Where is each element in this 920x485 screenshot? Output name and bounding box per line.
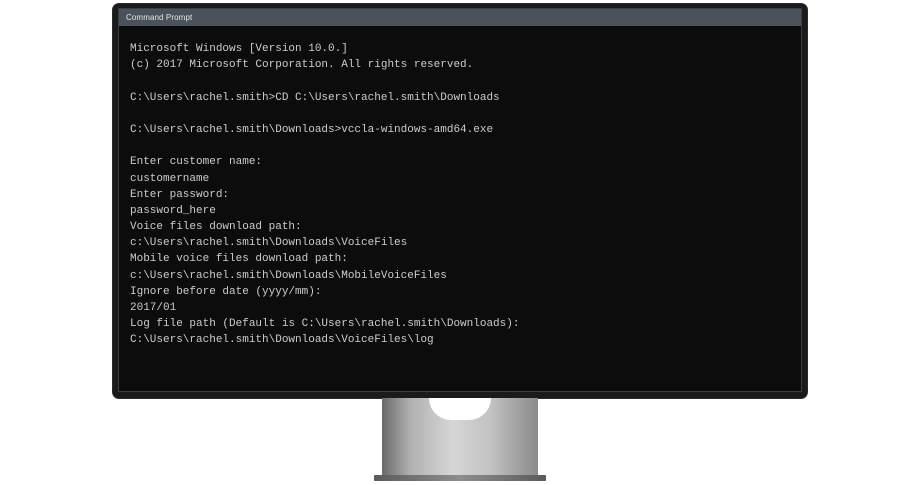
console-output[interactable]: Microsoft Windows [Version 10.0.] (c) 201… (130, 41, 793, 383)
console-line: C:\Users\rachel.smith>CD C:\Users\rachel… (130, 91, 500, 104)
console-line: c:\Users\rachel.smith\Downloads\VoiceFil… (130, 237, 408, 250)
window-title: Command Prompt (126, 13, 193, 22)
monitor-stand-base (374, 475, 546, 481)
console-line: customername (130, 172, 210, 185)
console-line: C:\Users\rachel.smith\Downloads>vccla-wi… (130, 123, 494, 136)
console-line: Mobile voice files download path: (130, 253, 348, 266)
scene: Command Prompt Microsoft Windows [Versio… (0, 0, 920, 485)
console-line: C:\Users\rachel.smith\Downloads\VoiceFil… (130, 334, 434, 347)
console-line: Microsoft Windows [Version 10.0.] (130, 43, 348, 55)
console-line: password_here (130, 204, 216, 217)
console-line: Enter customer name: (130, 156, 263, 169)
console-line: c:\Users\rachel.smith\Downloads\MobileVo… (130, 269, 447, 282)
command-prompt-window[interactable]: Command Prompt Microsoft Windows [Versio… (118, 8, 802, 392)
console-line: Ignore before date (yyyy/mm): (130, 285, 322, 298)
console-line: Enter password: (130, 188, 230, 201)
console-line: 2017/01 (130, 302, 177, 314)
console-line: Voice files download path: (130, 221, 302, 234)
console-line: (c) 2017 Microsoft Corporation. All righ… (130, 59, 474, 72)
window-titlebar[interactable]: Command Prompt (119, 9, 801, 26)
console-line: Log file path (Default is C:\Users\rache… (130, 318, 520, 331)
